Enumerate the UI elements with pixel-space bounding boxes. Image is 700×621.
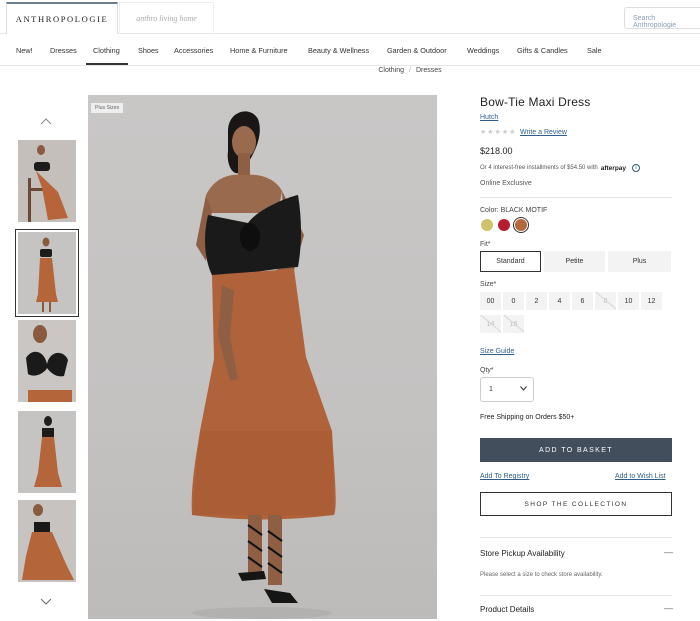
size-guide-link[interactable]: Size Guide (480, 348, 514, 355)
rating-stars: ★★★★★ (480, 129, 517, 136)
size-0-button[interactable]: 0 (503, 292, 524, 310)
qty-value: 1 (489, 386, 493, 393)
nav-item-weddings[interactable]: Weddings (467, 46, 499, 55)
nav-item-shoes[interactable]: Shoes (138, 46, 159, 55)
yellow-swatch[interactable] (481, 219, 493, 231)
divider (480, 537, 672, 538)
store-pickup-message: Please select a size to check store avai… (480, 572, 603, 578)
thumbnail-4[interactable] (18, 411, 76, 493)
nav-item-beauty-wellness[interactable]: Beauty & Wellness (308, 46, 369, 55)
divider (480, 595, 672, 596)
thumbnail-3[interactable] (18, 320, 76, 402)
plus-sizes-badge: Plus Sizes (91, 103, 124, 113)
fit-label: Fit* (480, 241, 491, 248)
thumbnail-2[interactable] (15, 229, 79, 317)
size-10-button[interactable]: 10 (618, 292, 639, 310)
nav-item-new[interactable]: New! (16, 46, 33, 55)
nav-item-sale[interactable]: Sale (587, 46, 602, 55)
installments-label: Or 4 interest-free installments of $54.5… (480, 165, 598, 171)
qty-label: Qty* (480, 367, 494, 374)
red-swatch[interactable] (498, 219, 510, 231)
size-14-button[interactable]: 14 (480, 315, 501, 333)
main-nav: New! Dresses Clothing Shoes Accessories … (0, 35, 700, 66)
nav-item-home-furniture[interactable]: Home & Furniture (230, 46, 288, 55)
nav-item-accessories[interactable]: Accessories (174, 46, 213, 55)
nav-item-gifts-candles[interactable]: Gifts & Candles (517, 46, 568, 55)
free-shipping-text: Free Shipping on Orders $50+ (480, 414, 575, 421)
divider (480, 197, 672, 198)
thumbnail-5[interactable] (18, 500, 76, 582)
store-pickup-heading[interactable]: Store Pickup Availability (480, 549, 565, 558)
nav-active-indicator (86, 63, 128, 65)
size-label: Size* (480, 281, 497, 288)
collapse-icon[interactable]: — (664, 547, 673, 557)
write-review-link[interactable]: Write a Review (520, 129, 567, 136)
nav-item-clothing[interactable]: Clothing (93, 46, 120, 55)
main-product-image[interactable]: Plus Sizes (88, 95, 437, 619)
shop-collection-button[interactable]: SHOP THE COLLECTION (480, 492, 672, 516)
product-title: Bow-Tie Maxi Dress (480, 95, 591, 109)
size-2-button[interactable]: 2 (526, 292, 547, 310)
top-bar: ANTHROPOLOGIE anthro living home Search … (0, 0, 700, 34)
chevron-down-icon[interactable] (40, 596, 52, 608)
size-12-button[interactable]: 12 (641, 292, 662, 310)
chevron-up-icon[interactable] (40, 116, 52, 128)
breadcrumb-separator: / (409, 67, 411, 74)
anthropologie-logo[interactable]: ANTHROPOLOGIE (6, 2, 118, 34)
color-label: Color: BLACK MOTIF (480, 207, 548, 214)
info-icon[interactable]: i (632, 164, 641, 172)
size-00-button[interactable]: 00 (480, 292, 501, 310)
qty-select[interactable]: 1 (480, 377, 534, 402)
breadcrumb-dresses[interactable]: Dresses (416, 67, 442, 74)
nav-item-garden-outdoor[interactable]: Garden & Outdoor (387, 46, 447, 55)
product-details-heading[interactable]: Product Details (480, 605, 534, 614)
rust-swatch[interactable] (515, 219, 527, 231)
fit-plus-button[interactable]: Plus (608, 251, 671, 272)
search-input[interactable]: Search Anthropologie (624, 7, 700, 29)
online-exclusive-label: Online Exclusive (480, 180, 532, 187)
chevron-down-icon (520, 386, 527, 393)
breadcrumb: Clothing / Dresses (0, 67, 700, 74)
product-price: $218.00 (480, 146, 513, 156)
anthro-living-logo[interactable]: anthro living home (119, 2, 214, 34)
brand-link[interactable]: Hutch (480, 114, 498, 121)
thumbnail-1[interactable] (18, 140, 76, 222)
add-to-basket-button[interactable]: ADD TO BASKET (480, 438, 672, 462)
breadcrumb-clothing[interactable]: Clothing (378, 67, 404, 74)
size-16-button[interactable]: 16 (503, 315, 524, 333)
model-photo (191, 111, 336, 619)
nav-item-dresses[interactable]: Dresses (50, 46, 77, 55)
fit-standard-button[interactable]: Standard (480, 251, 541, 272)
add-to-wishlist-link[interactable]: Add to Wish List (615, 473, 666, 480)
add-to-registry-link[interactable]: Add To Registry (480, 473, 529, 480)
fit-petite-button[interactable]: Petite (544, 251, 605, 272)
installments-text: Or 4 interest-free installments of $54.5… (480, 164, 641, 172)
size-4-button[interactable]: 4 (549, 292, 570, 310)
size-6-button[interactable]: 6 (572, 292, 593, 310)
afterpay-logo: afterpay (600, 164, 627, 172)
collapse-icon[interactable]: — (664, 603, 673, 613)
size-8-button[interactable]: 8 (595, 292, 616, 310)
